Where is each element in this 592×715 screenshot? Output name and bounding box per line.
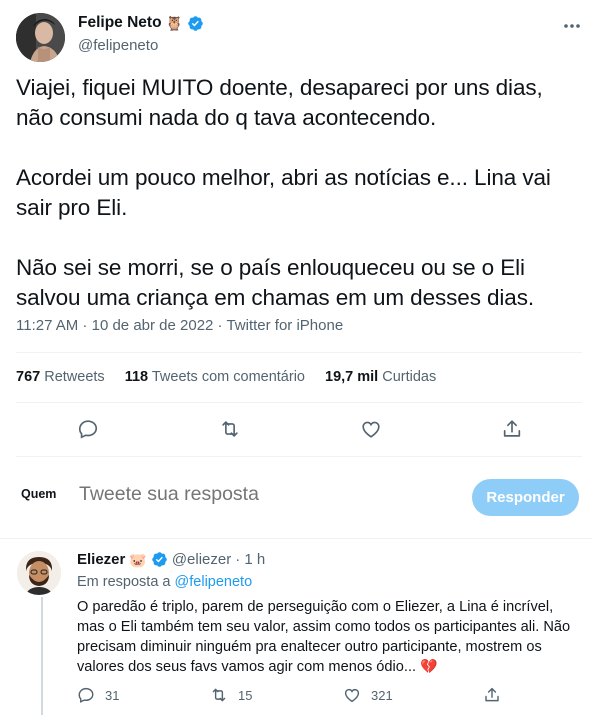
divider	[16, 352, 582, 353]
retweet-icon	[212, 688, 226, 702]
retweets-stat[interactable]: 767 Retweets	[16, 369, 105, 385]
reply-input[interactable]	[79, 483, 439, 506]
tweet-stats: 767 Retweets 118 Tweets com comentário 1…	[16, 369, 436, 385]
replying-to: Em resposta a @felipeneto	[77, 574, 252, 590]
reply-author-name[interactable]: Eliezer	[77, 551, 125, 568]
tweet-metadata: 11:27 AM · 10 de abr de 2022 · Twitter f…	[16, 317, 343, 334]
reply-count: 31	[105, 687, 120, 703]
reply-actions: 31 15 321	[77, 686, 582, 706]
more-options-button[interactable]	[560, 14, 584, 38]
retweet-icon	[222, 421, 238, 437]
pig-emoji: 🐷	[129, 551, 147, 568]
heart-icon	[362, 421, 380, 438]
more-icon	[564, 24, 580, 28]
reply-retweet-button[interactable]: 15	[210, 686, 252, 704]
reply-text: O paredão é triplo, parem de perseguição…	[77, 597, 582, 677]
reply-author-handle[interactable]: @eliezer	[172, 551, 231, 568]
retweets-count: 767	[16, 369, 41, 385]
tweet-paragraph: Não sei se morri, se o país enlouqueceu …	[16, 255, 535, 310]
tweet-text: Viajei, fiquei MUITO doente, desapareci …	[16, 73, 581, 313]
reply-submit-button[interactable]: Responder	[472, 479, 579, 516]
meta-separator: ·	[78, 317, 92, 334]
retweet-count: 15	[238, 687, 253, 703]
verified-badge-icon	[151, 551, 168, 568]
verified-badge-icon	[187, 15, 204, 32]
meta-separator: ·	[213, 317, 227, 334]
like-button[interactable]	[359, 417, 383, 441]
author-handle[interactable]: @felipeneto	[78, 37, 158, 54]
divider	[16, 402, 582, 403]
author-name[interactable]: Felipe Neto 🦉	[78, 14, 204, 32]
retweets-label: Retweets	[44, 369, 105, 385]
thread-line	[41, 597, 43, 715]
heart-icon	[344, 688, 360, 703]
quotes-label: Tweets com comentário	[151, 369, 305, 385]
likes-stat[interactable]: 19,7 mil Curtidas	[325, 369, 436, 385]
share-button[interactable]	[500, 417, 524, 441]
tweet-actions	[16, 417, 582, 441]
reply-author-avatar[interactable]	[17, 551, 61, 595]
tweet-paragraph: Viajei, fiquei MUITO doente, desapareci …	[16, 75, 543, 130]
like-count: 321	[371, 687, 393, 703]
author-name-text: Felipe Neto	[78, 14, 162, 31]
reply-icon	[78, 420, 98, 439]
reply-share-button[interactable]	[483, 686, 501, 704]
reply-compose: Quem Responder	[0, 470, 592, 525]
broken-heart-emoji: 💔	[420, 658, 438, 674]
reply-header: Eliezer 🐷 @eliezer · 1 h	[77, 551, 265, 568]
tweet-paragraph: Acordei um pouco melhor, abri as notícia…	[16, 165, 551, 220]
reply-time[interactable]: · 1 h	[235, 551, 265, 568]
reply-button[interactable]	[76, 417, 100, 441]
tweet-time[interactable]: 11:27 AM	[16, 317, 78, 334]
who-can-reply-label: Quem	[21, 487, 57, 501]
replying-to-handle[interactable]: @felipeneto	[175, 574, 253, 590]
likes-count: 19,7 mil	[325, 369, 379, 385]
likes-label: Curtidas	[382, 369, 437, 385]
reply-like-button[interactable]: 321	[343, 686, 393, 704]
reply-reply-button[interactable]: 31	[77, 686, 119, 704]
retweet-button[interactable]	[218, 417, 242, 441]
divider	[16, 456, 582, 457]
quotes-count: 118	[124, 369, 149, 385]
quote-tweets-stat[interactable]: 118 Tweets com comentário	[125, 369, 305, 385]
reply-icon	[78, 687, 94, 703]
tweet-source[interactable]: Twitter for iPhone	[226, 317, 343, 334]
owl-emoji: 🦉	[165, 15, 183, 31]
author-avatar[interactable]	[16, 13, 65, 62]
share-icon	[485, 687, 499, 702]
share-icon	[503, 420, 521, 437]
reply-tweet[interactable]: Eliezer 🐷 @eliezer · 1 h Em resposta a @…	[0, 538, 592, 715]
replying-to-prefix: Em resposta a	[77, 574, 171, 590]
tweet-date[interactable]: 10 de abr de 2022	[92, 317, 214, 334]
reply-text-body: O paredão é triplo, parem de perseguição…	[77, 599, 571, 675]
